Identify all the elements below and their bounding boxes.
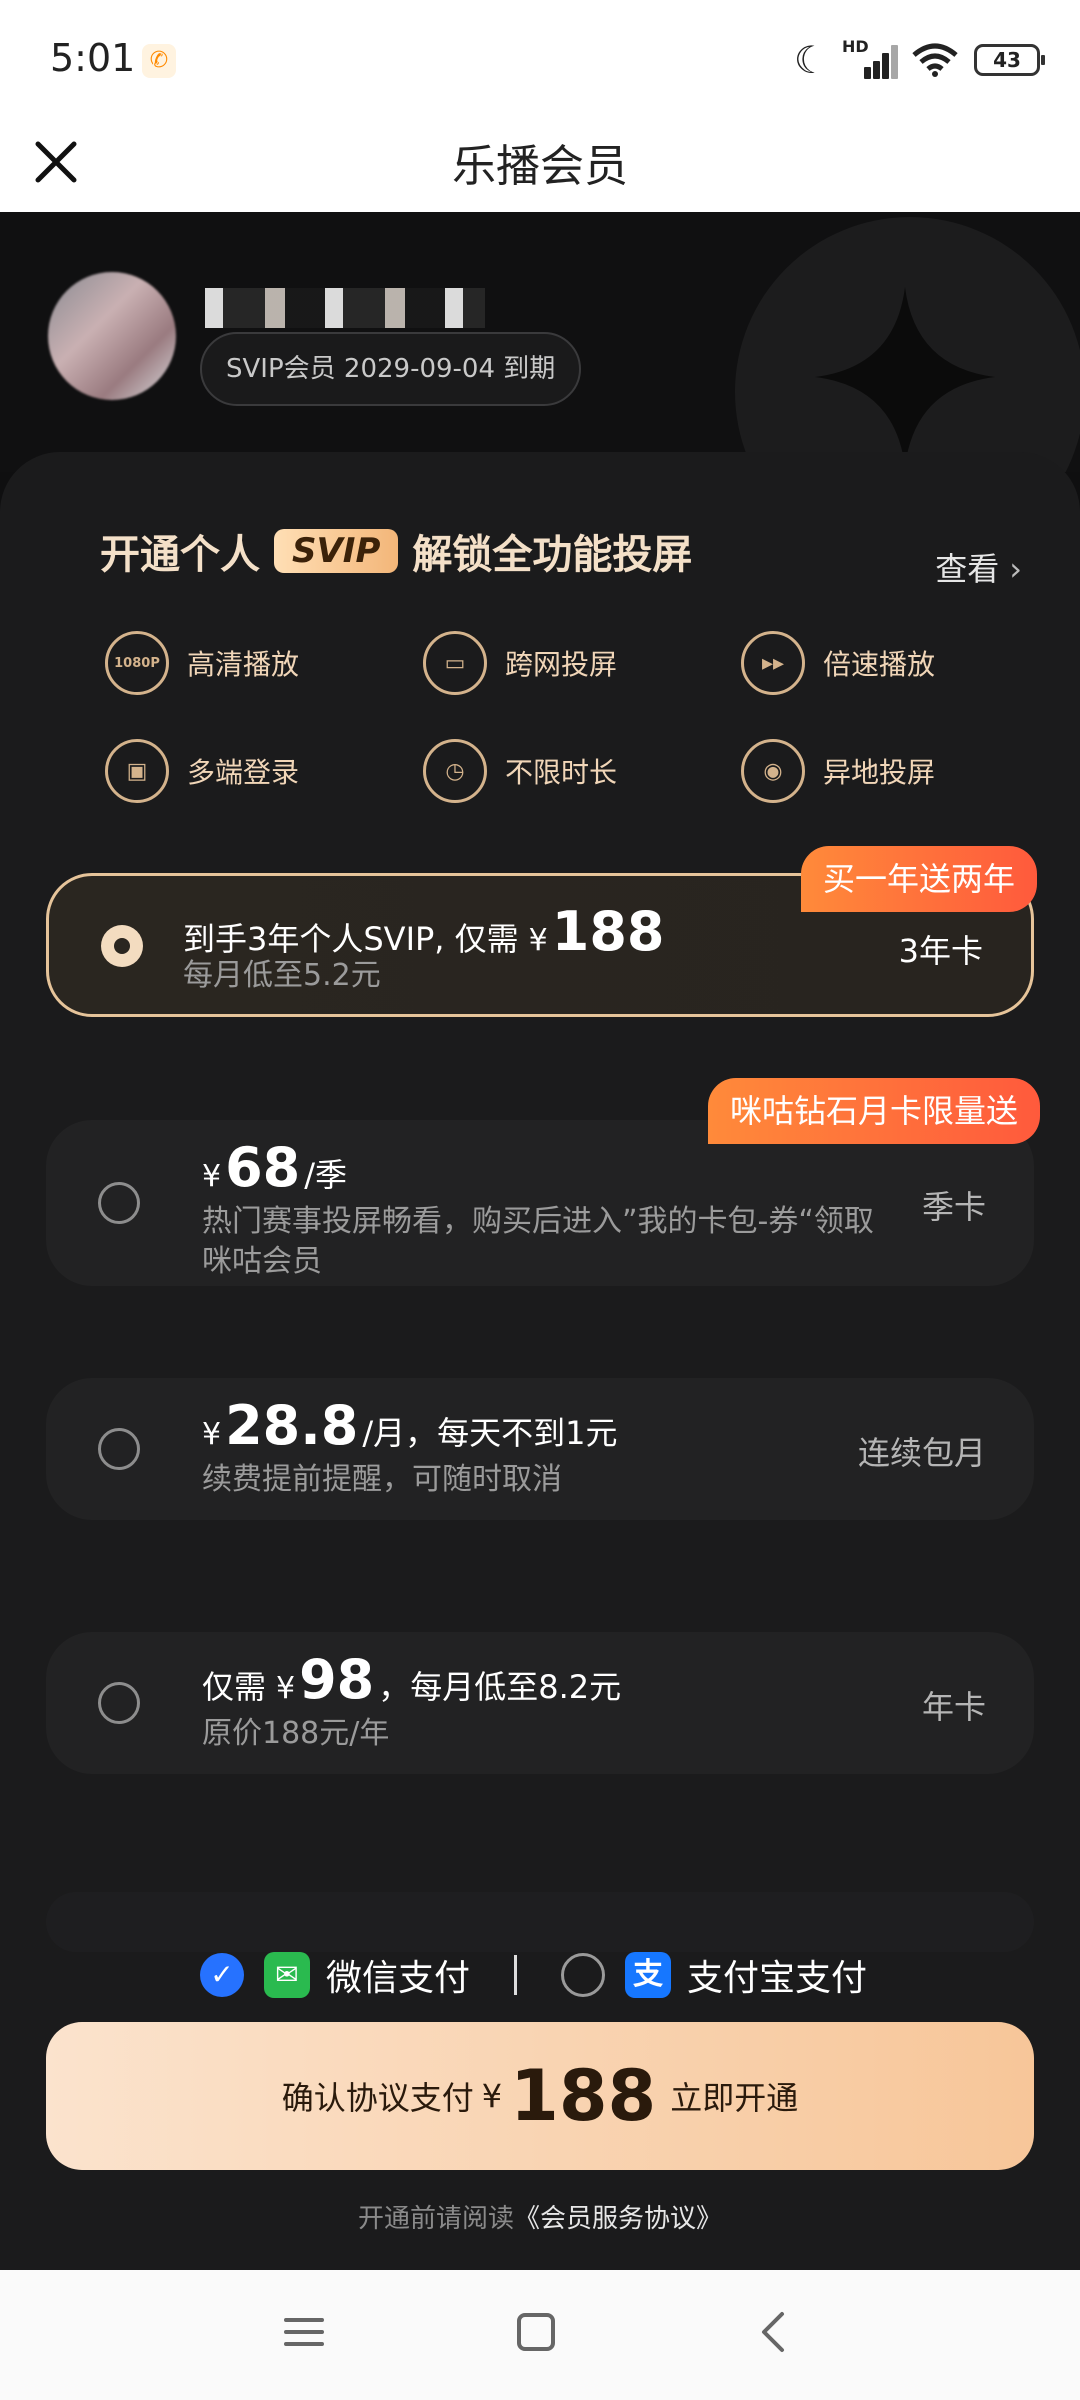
confirm-suffix: 立即开通	[670, 2079, 799, 2117]
plan-price: 98	[299, 1648, 375, 1711]
yen-symbol: ¥	[202, 1417, 222, 1452]
plan-price: 188	[551, 900, 665, 963]
confirm-prefix: 确认协议支付	[281, 2079, 474, 2117]
promo-ribbon: 咪咕钻石月卡限量送	[707, 1078, 1040, 1144]
alipay-icon: 支	[625, 1952, 672, 1998]
system-nav-bar	[0, 2270, 1080, 2400]
home-icon[interactable]	[514, 2310, 558, 2354]
devices-icon: ▣	[105, 739, 169, 803]
plan-next-partial[interactable]	[46, 1892, 1034, 1952]
benefit-speed-playback: ▸▸ 倍速播放	[741, 630, 985, 696]
profile-section: SVIP会员 2029-09-04 到期	[0, 212, 1080, 472]
yen-symbol: ¥	[276, 1671, 296, 1706]
clock-icon: ◷	[423, 739, 487, 803]
battery-icon: 43	[974, 44, 1045, 76]
wechat-pay-label[interactable]: 微信支付	[326, 1949, 470, 2001]
benefits-title: 开通个人 SVIP 解锁全功能投屏	[100, 522, 692, 580]
plan-period: ，每月低至8.2元	[378, 1668, 622, 1706]
yen-symbol: ¥	[528, 923, 548, 958]
benefit-remote-cast: ◉ 异地投屏	[741, 738, 985, 804]
benefit-unlimited-duration: ◷ 不限时长	[423, 738, 741, 804]
page-header: 乐播会员	[0, 118, 1080, 212]
plan-period: /季	[304, 1156, 348, 1194]
menu-icon[interactable]	[282, 2310, 326, 2354]
plan-price-line: 到手3年个人SVIP, 仅需 ¥ 188	[183, 900, 668, 963]
plan-radio[interactable]	[98, 1428, 140, 1470]
app-notification-icon: ✆	[142, 44, 176, 78]
status-time: 5:01	[50, 36, 136, 80]
plan-desc: 仅需	[202, 1668, 267, 1706]
avatar[interactable]	[48, 272, 176, 400]
benefits-grid: 1080P 高清播放 ▭ 跨网投屏 ▸▸ 倍速播放 ▣ 多端登录 ◷ 不限时长 …	[105, 630, 985, 804]
plan-tag: 季卡	[921, 1188, 986, 1226]
yen-symbol: ¥	[481, 2077, 503, 2115]
location-icon: ◉	[741, 739, 805, 803]
plan-price-line: ¥ 28.8 /月，每天不到1元	[202, 1394, 617, 1457]
fast-forward-icon: ▸▸	[741, 631, 805, 695]
hd-badge: HD	[842, 37, 869, 56]
star-icon	[815, 287, 995, 467]
benefit-label: 不限时长	[505, 756, 618, 789]
agreement-notice: 开通前请阅读《会员服务协议》	[0, 2198, 1080, 2235]
benefit-cross-network-cast: ▭ 跨网投屏	[423, 630, 741, 696]
plan-tag: 年卡	[921, 1688, 986, 1726]
status-icons: ☾ HD 43	[793, 37, 1045, 82]
divider	[514, 1955, 518, 1995]
back-icon[interactable]	[752, 2310, 796, 2354]
payment-methods: ✓ ✉ 微信支付 支 支付宝支付	[200, 1945, 900, 2005]
plan-period: /月，每天不到1元	[362, 1414, 618, 1452]
plan-season-card[interactable]: 咪咕钻石月卡限量送 ¥ 68 /季 热门赛事投屏畅看，购买后进入”我的卡包-券“…	[46, 1078, 1040, 1286]
promo-ribbon: 买一年送两年	[800, 846, 1037, 912]
plan-price: 68	[225, 1136, 301, 1199]
plan-radio[interactable]	[98, 1182, 140, 1224]
chevron-right-icon: ›	[1009, 550, 1022, 588]
plan-subtext: 续费提前提醒，可随时取消	[202, 1462, 562, 1497]
benefits-title-prefix: 开通个人	[100, 532, 260, 578]
benefit-multi-device-login: ▣ 多端登录	[105, 738, 423, 804]
do-not-disturb-icon: ☾	[793, 38, 828, 82]
status-bar: 5:01 ✆ ☾ HD 43	[0, 0, 1080, 118]
plan-price-line: 仅需 ¥ 98 ，每月低至8.2元	[202, 1648, 621, 1711]
plan-radio-selected[interactable]	[101, 925, 143, 967]
plan-year-card[interactable]: 仅需 ¥ 98 ，每月低至8.2元 原价188元/年 年卡	[46, 1632, 1034, 1774]
decorative-star-badge	[735, 217, 1080, 472]
page-title: 乐播会员	[452, 141, 628, 192]
benefit-hd-playback: 1080P 高清播放	[105, 630, 423, 696]
yen-symbol: ¥	[202, 1159, 222, 1194]
service-agreement-link[interactable]: 《会员服务协议》	[514, 2204, 722, 2234]
benefit-label: 跨网投屏	[505, 648, 618, 681]
benefit-label: 倍速播放	[823, 648, 936, 681]
plan-subtext: 原价188元/年	[202, 1716, 390, 1751]
confirm-amount: 188	[510, 2055, 657, 2137]
plan-price-line: ¥ 68 /季	[202, 1136, 347, 1199]
hd-1080p-icon: 1080P	[105, 631, 169, 695]
plan-tag: 3年卡	[898, 932, 983, 970]
membership-expire-badge: SVIP会员 2029-09-04 到期	[200, 332, 582, 406]
alipay-radio[interactable]	[561, 1953, 606, 1997]
view-benefits-label: 查看	[935, 550, 1000, 588]
plan-3-year-card[interactable]: 买一年送两年 到手3年个人SVIP, 仅需 ¥ 188 每月低至5.2元 3年卡	[46, 846, 1037, 1017]
plan-price: 28.8	[225, 1394, 359, 1457]
wechat-icon: ✉	[264, 1952, 310, 1998]
wifi-icon	[912, 43, 958, 77]
benefit-label: 异地投屏	[823, 756, 936, 789]
username-blurred	[205, 288, 485, 328]
svip-badge: SVIP	[274, 529, 399, 573]
tv-icon: ▭	[423, 631, 487, 695]
plan-subtext: 热门赛事投屏畅看，购买后进入”我的卡包-券“领取咪咕会员	[202, 1204, 874, 1279]
confirm-pay-button[interactable]: 确认协议支付 ¥ 188 立即开通	[46, 2022, 1034, 2170]
benefits-title-suffix: 解锁全功能投屏	[412, 532, 693, 578]
benefit-label: 多端登录	[187, 756, 300, 789]
view-benefits-link[interactable]: 查看 ›	[935, 544, 1022, 590]
plan-subtext: 每月低至5.2元	[183, 958, 381, 993]
plan-radio[interactable]	[98, 1682, 140, 1724]
plan-monthly-auto-renew[interactable]: ¥ 28.8 /月，每天不到1元 续费提前提醒，可随时取消 连续包月	[46, 1378, 1034, 1520]
wechat-pay-checkbox[interactable]: ✓	[200, 1953, 244, 1997]
benefit-label: 高清播放	[187, 648, 300, 681]
plan-desc: 到手3年个人SVIP, 仅需	[183, 920, 519, 958]
plan-tag: 连续包月	[857, 1434, 986, 1472]
alipay-label[interactable]: 支付宝支付	[687, 1949, 867, 2001]
agreement-prefix: 开通前请阅读	[357, 2204, 514, 2234]
signal-icon: HD	[842, 37, 898, 79]
